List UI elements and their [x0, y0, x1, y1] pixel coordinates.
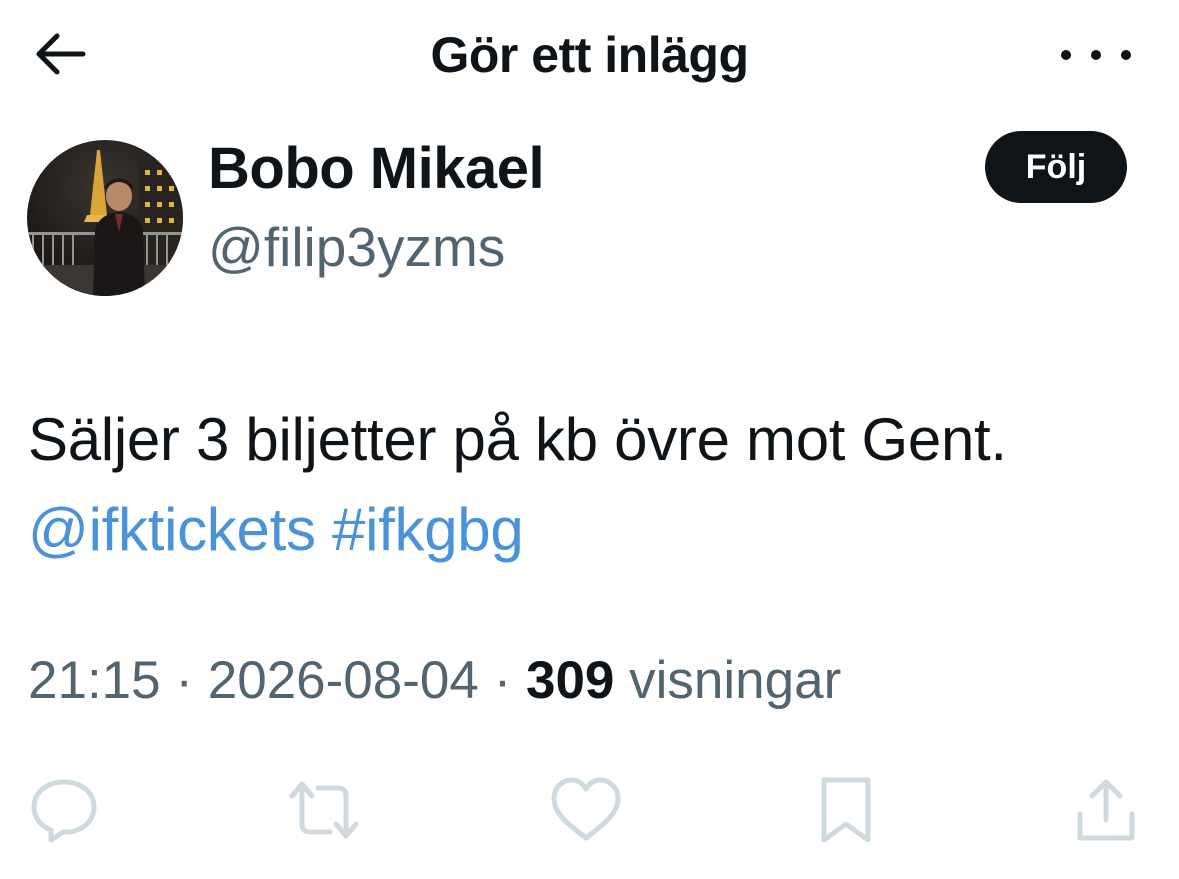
- tweet-time[interactable]: 21:15: [28, 651, 161, 710]
- display-name[interactable]: Bobo Mikael: [208, 135, 545, 202]
- retweet-icon: [289, 781, 359, 839]
- tweet-actions-bar: [0, 760, 1179, 850]
- tweet-text-line: Säljer 3 biljetter på kb övre mot Gent.: [28, 406, 1007, 473]
- bookmark-button[interactable]: [806, 770, 886, 850]
- avatar-photo: [27, 140, 183, 296]
- page-title: Gör ett inlägg: [430, 27, 750, 83]
- more-options-button[interactable]: [1061, 40, 1131, 70]
- user-handle[interactable]: @filip3yzms: [208, 215, 505, 279]
- tweet-date[interactable]: 2026-08-04: [208, 651, 479, 710]
- retweet-button[interactable]: [284, 770, 364, 850]
- reply-icon: [31, 779, 97, 843]
- meta-separator: ·: [160, 651, 208, 710]
- meta-separator: ·: [478, 651, 526, 710]
- tweet-meta: 21:15 · 2026-08-04 · 309 visningar: [28, 650, 841, 711]
- top-bar: Gör ett inlägg: [0, 0, 1179, 110]
- like-button[interactable]: [546, 770, 626, 850]
- tweet-links-line: @ifktickets #ifkgbg: [28, 485, 1158, 575]
- more-horizontal-icon: [1061, 50, 1071, 60]
- views-count[interactable]: 309: [526, 651, 614, 710]
- tweet-text: Säljer 3 biljetter på kb övre mot Gent. …: [28, 395, 1158, 575]
- heart-icon: [551, 777, 621, 841]
- reply-button[interactable]: [24, 770, 104, 850]
- hashtag-link[interactable]: #ifkgbg: [332, 496, 524, 563]
- avatar[interactable]: [27, 140, 183, 296]
- tweet-detail-page: Gör ett inlägg Bobo Mikael @filip3yzms F…: [0, 0, 1179, 879]
- more-dot: [1091, 50, 1101, 60]
- mention-link[interactable]: @ifktickets: [28, 496, 316, 563]
- share-button[interactable]: [1066, 770, 1146, 850]
- bookmark-icon: [821, 777, 871, 843]
- views-label[interactable]: visningar: [629, 651, 841, 710]
- follow-button[interactable]: Följ: [985, 131, 1127, 203]
- share-icon: [1077, 779, 1135, 841]
- more-dot: [1121, 50, 1131, 60]
